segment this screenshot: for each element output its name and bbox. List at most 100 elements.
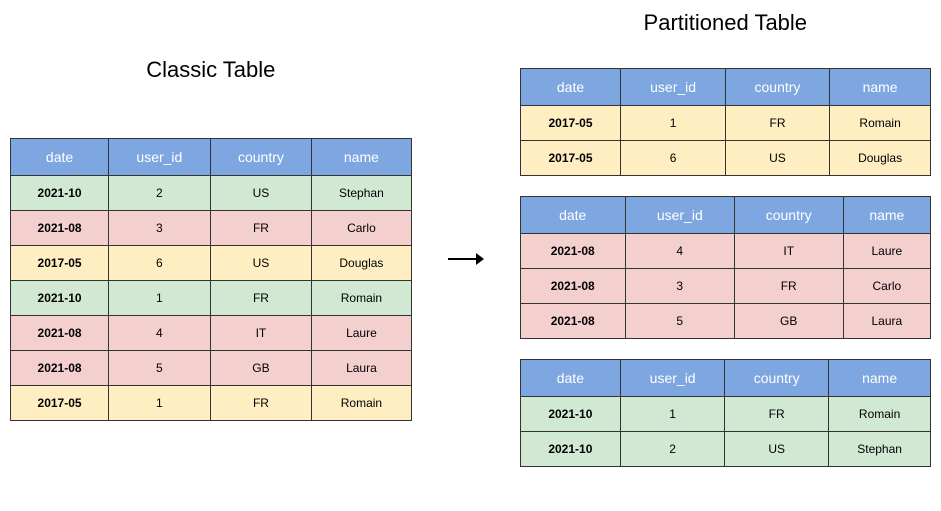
- column-header-date: date: [11, 138, 109, 175]
- partition-table-body: 2021-084ITLaure2021-083FRCarlo2021-085GB…: [520, 234, 930, 339]
- cell-date: 2021-08: [520, 304, 625, 339]
- cell-country: FR: [734, 269, 843, 304]
- cell-country: IT: [734, 234, 843, 269]
- classic-table-section: Classic Table dateuser_idcountryname 202…: [10, 57, 412, 421]
- table-row: 2017-051FRRomain: [520, 106, 930, 141]
- cell-country: IT: [210, 315, 312, 350]
- table-row: 2017-051FRRomain: [11, 385, 412, 420]
- partitioned-table-section: Partitioned Table dateuser_idcountryname…: [520, 10, 931, 467]
- partition-table: dateuser_idcountryname2021-084ITLaure202…: [520, 196, 931, 339]
- table-row: 2017-056USDouglas: [520, 141, 930, 176]
- cell-name: Romain: [312, 385, 411, 420]
- classic-table-title: Classic Table: [10, 57, 412, 83]
- column-header-country: country: [725, 69, 829, 106]
- classic-table: dateuser_idcountryname 2021-102USStephan…: [10, 138, 412, 421]
- cell-country: FR: [210, 280, 312, 315]
- cell-name: Laura: [312, 350, 411, 385]
- column-header-name: name: [312, 138, 411, 175]
- partition-table-header-row: dateuser_idcountryname: [520, 197, 930, 234]
- cell-date: 2021-08: [11, 315, 109, 350]
- column-header-name: name: [829, 360, 931, 397]
- table-row: 2021-101FRRomain: [520, 397, 930, 432]
- column-header-name: name: [843, 197, 930, 234]
- table-row: 2021-083FRCarlo: [520, 269, 930, 304]
- cell-user_id: 6: [109, 245, 211, 280]
- table-row: 2021-101FRRomain: [11, 280, 412, 315]
- table-row: 2021-083FRCarlo: [11, 210, 412, 245]
- table-row: 2021-084ITLaure: [520, 234, 930, 269]
- cell-user_id: 2: [109, 175, 211, 210]
- cell-name: Romain: [830, 106, 931, 141]
- column-header-country: country: [725, 360, 829, 397]
- cell-user_id: 1: [621, 106, 725, 141]
- column-header-date: date: [520, 197, 625, 234]
- column-header-user_id: user_id: [621, 69, 725, 106]
- table-row: 2021-102USStephan: [11, 175, 412, 210]
- cell-name: Romain: [829, 397, 931, 432]
- cell-name: Carlo: [843, 269, 930, 304]
- cell-country: FR: [210, 210, 312, 245]
- cell-date: 2017-05: [11, 385, 109, 420]
- cell-country: FR: [725, 397, 829, 432]
- table-row: 2021-085GBLaura: [520, 304, 930, 339]
- column-header-user_id: user_id: [621, 360, 725, 397]
- partition-table-header-row: dateuser_idcountryname: [520, 360, 930, 397]
- cell-user_id: 1: [109, 385, 211, 420]
- partition-table-header-row: dateuser_idcountryname: [520, 69, 930, 106]
- partition-table: dateuser_idcountryname2021-101FRRomain20…: [520, 359, 931, 467]
- cell-user_id: 5: [109, 350, 211, 385]
- cell-name: Laure: [843, 234, 930, 269]
- column-header-country: country: [734, 197, 843, 234]
- partition-table-body: 2021-101FRRomain2021-102USStephan: [520, 397, 930, 467]
- cell-country: US: [725, 432, 829, 467]
- cell-date: 2017-05: [520, 141, 621, 176]
- cell-date: 2021-08: [11, 350, 109, 385]
- cell-date: 2021-10: [11, 175, 109, 210]
- cell-date: 2021-08: [520, 269, 625, 304]
- table-row: 2021-084ITLaure: [11, 315, 412, 350]
- cell-date: 2021-10: [520, 432, 621, 467]
- partitioned-table-title: Partitioned Table: [520, 10, 931, 36]
- classic-table-body: 2021-102USStephan2021-083FRCarlo2017-056…: [11, 175, 412, 420]
- cell-user_id: 4: [109, 315, 211, 350]
- cell-user_id: 2: [621, 432, 725, 467]
- table-row: 2021-085GBLaura: [11, 350, 412, 385]
- diagram-container: Classic Table dateuser_idcountryname 202…: [10, 10, 931, 467]
- classic-table-header-row: dateuser_idcountryname: [11, 138, 412, 175]
- cell-user_id: 5: [625, 304, 734, 339]
- cell-country: US: [210, 245, 312, 280]
- column-header-user_id: user_id: [109, 138, 211, 175]
- cell-country: FR: [725, 106, 829, 141]
- table-row: 2021-102USStephan: [520, 432, 930, 467]
- cell-date: 2021-08: [11, 210, 109, 245]
- cell-country: GB: [210, 350, 312, 385]
- cell-date: 2017-05: [11, 245, 109, 280]
- cell-user_id: 1: [621, 397, 725, 432]
- cell-country: FR: [210, 385, 312, 420]
- column-header-date: date: [520, 360, 621, 397]
- partition-table: dateuser_idcountryname2017-051FRRomain20…: [520, 68, 931, 176]
- cell-user_id: 3: [109, 210, 211, 245]
- cell-user_id: 4: [625, 234, 734, 269]
- cell-user_id: 3: [625, 269, 734, 304]
- cell-name: Stephan: [312, 175, 411, 210]
- partition-table-body: 2017-051FRRomain2017-056USDouglas: [520, 106, 930, 176]
- column-header-name: name: [830, 69, 931, 106]
- cell-name: Laure: [312, 315, 411, 350]
- cell-country: GB: [734, 304, 843, 339]
- cell-user_id: 6: [621, 141, 725, 176]
- column-header-date: date: [520, 69, 621, 106]
- cell-date: 2021-10: [520, 397, 621, 432]
- cell-name: Douglas: [312, 245, 411, 280]
- cell-name: Carlo: [312, 210, 411, 245]
- column-header-country: country: [210, 138, 312, 175]
- cell-date: 2021-08: [520, 234, 625, 269]
- cell-name: Laura: [843, 304, 930, 339]
- cell-user_id: 1: [109, 280, 211, 315]
- cell-name: Stephan: [829, 432, 931, 467]
- cell-name: Douglas: [830, 141, 931, 176]
- column-header-user_id: user_id: [625, 197, 734, 234]
- arrow-icon: [442, 245, 490, 273]
- cell-country: US: [725, 141, 829, 176]
- cell-date: 2021-10: [11, 280, 109, 315]
